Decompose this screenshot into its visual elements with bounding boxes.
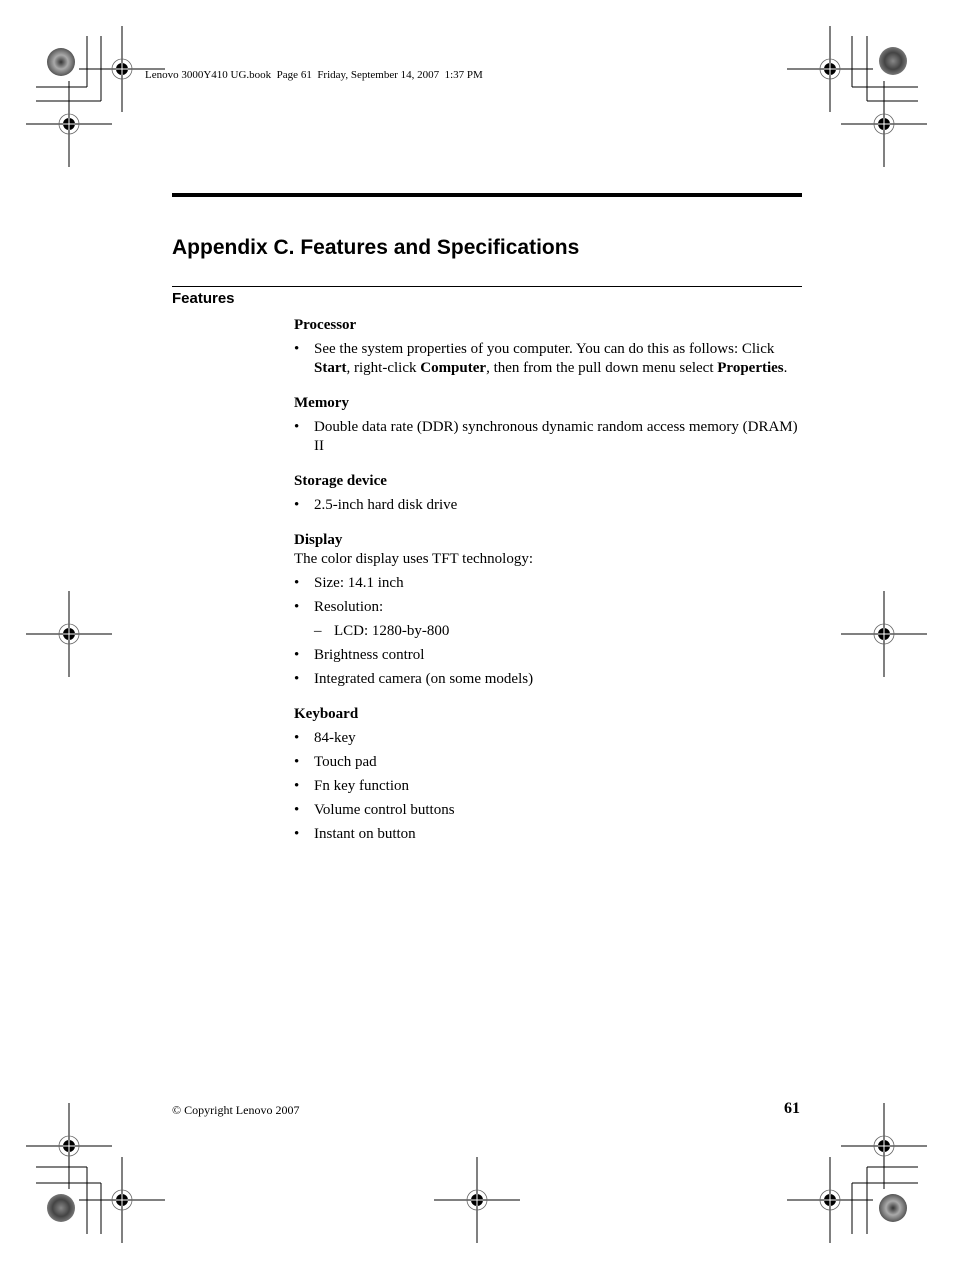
group-intro: The color display uses TFT technology: (294, 551, 533, 567)
copyright: © Copyright Lenovo 2007 (172, 1103, 300, 1117)
bullet-icon: • (294, 575, 300, 591)
group-heading: Display (294, 532, 343, 548)
bullet-icon: • (294, 647, 300, 663)
page-number: 61 (784, 1100, 800, 1117)
group-keyboard: Keyboard • 84-key • Touch pad • Fn key func… (294, 705, 804, 844)
page-title: Appendix C. Features and Specifications (172, 236, 580, 259)
bullet-icon: • (294, 802, 300, 818)
sub-list: – LCD: 1280-by-800 (314, 622, 804, 641)
bullet-icon: • (294, 341, 300, 357)
list-item: • See the system properties of you compu… (294, 340, 804, 378)
list-item-text: Brightness control (314, 647, 425, 663)
registration-disc-icon (47, 1194, 75, 1222)
text-run: , right-click (346, 360, 421, 376)
ui-term-properties: Properties (717, 360, 784, 376)
list-item-text: Touch pad (314, 754, 377, 770)
bullet-icon: • (294, 778, 300, 794)
registration-target-icon (26, 81, 112, 167)
chapter-rule (172, 193, 802, 197)
list-item: • Integrated camera (on some models) (294, 670, 804, 689)
dash-icon: – (314, 623, 322, 639)
registration-disc-icon (879, 47, 907, 75)
bullet-icon: • (294, 826, 300, 842)
section-heading: Features (172, 290, 235, 307)
registration-target-icon (26, 591, 112, 677)
group-heading: Memory (294, 395, 349, 411)
group-processor: Processor • See the system properties of… (294, 316, 804, 378)
registration-target-icon (841, 81, 927, 167)
group-memory: Memory • Double data rate (DDR) synchrono… (294, 394, 804, 456)
list-item: • Volume control buttons (294, 801, 804, 820)
list-item-text: Size: 14.1 inch (314, 575, 404, 591)
ui-term-computer: Computer (420, 360, 487, 376)
registration-disc-icon (879, 1194, 907, 1222)
list-item: • Resolution: – LCD: 1280-by-800 (294, 598, 804, 641)
group-display: Display The color display uses TFT techn… (294, 531, 804, 689)
sub-list-item-text: LCD: 1280-by-800 (334, 623, 450, 639)
registration-target-icon (787, 1157, 873, 1243)
bullet-list: • Size: 14.1 inch • Resolution: – LCD: 1280… (294, 574, 804, 689)
list-item: • Brightness control (294, 646, 804, 665)
registration-disc-icon (47, 48, 75, 76)
list-item-text: Integrated camera (on some models) (314, 671, 534, 687)
print-slug: Lenovo 3000Y410 UG.book Page 61 Friday, … (145, 69, 483, 81)
registration-target-icon (841, 1103, 927, 1189)
registration-target-icon (434, 1157, 520, 1243)
list-item: • Double data rate (DDR) synchronous dyna… (294, 418, 804, 456)
text-run: . (783, 360, 788, 376)
bullet-icon: • (294, 599, 300, 615)
bullet-icon: • (294, 754, 300, 770)
list-item: • Instant on button (294, 825, 804, 844)
list-item: • 84-key (294, 729, 804, 748)
bullet-icon: • (294, 419, 300, 435)
bullet-list: • 84-key • Touch pad • Fn key function • Vol… (294, 729, 804, 844)
list-item: • Fn key function (294, 777, 804, 796)
group-storage: Storage device • 2.5-inch hard disk drive (294, 472, 804, 515)
features-body: Processor • See the system properties of… (294, 316, 804, 860)
sub-list-item: – LCD: 1280-by-800 (314, 622, 804, 641)
ui-term-start: Start (314, 360, 347, 376)
bullet-icon: • (294, 497, 300, 513)
registration-target-icon (787, 26, 873, 112)
list-item: • 2.5-inch hard disk drive (294, 496, 804, 515)
group-heading: Keyboard (294, 706, 359, 722)
text-run: , then from the pull down menu select (486, 360, 718, 376)
section-rule (172, 286, 802, 287)
bullet-list: • Double data rate (DDR) synchronous dyna… (294, 418, 804, 456)
bullet-list: • See the system properties of you compu… (294, 340, 804, 378)
list-item-text: Fn key function (314, 778, 409, 794)
list-item-text: Volume control buttons (314, 802, 455, 818)
list-item-text: 84-key (314, 730, 356, 746)
registration-target-icon (79, 1157, 165, 1243)
text-run: See the system properties of you compute… (314, 341, 775, 357)
list-item-text: Resolution: (314, 599, 384, 615)
list-item-text: 2.5-inch hard disk drive (314, 497, 458, 513)
group-heading: Storage device (294, 473, 387, 489)
bullet-icon: • (294, 671, 300, 687)
list-item-text: Instant on button (314, 826, 416, 842)
registration-target-icon (841, 591, 927, 677)
group-heading: Processor (294, 317, 357, 333)
bullet-list: • 2.5-inch hard disk drive (294, 496, 804, 515)
list-item-text: Double data rate (DDR) synchronous dynam… (314, 419, 798, 454)
registration-target-icon (26, 1103, 112, 1189)
list-item: • Touch pad (294, 753, 804, 772)
list-item: • Size: 14.1 inch (294, 574, 804, 593)
bullet-icon: • (294, 730, 300, 746)
